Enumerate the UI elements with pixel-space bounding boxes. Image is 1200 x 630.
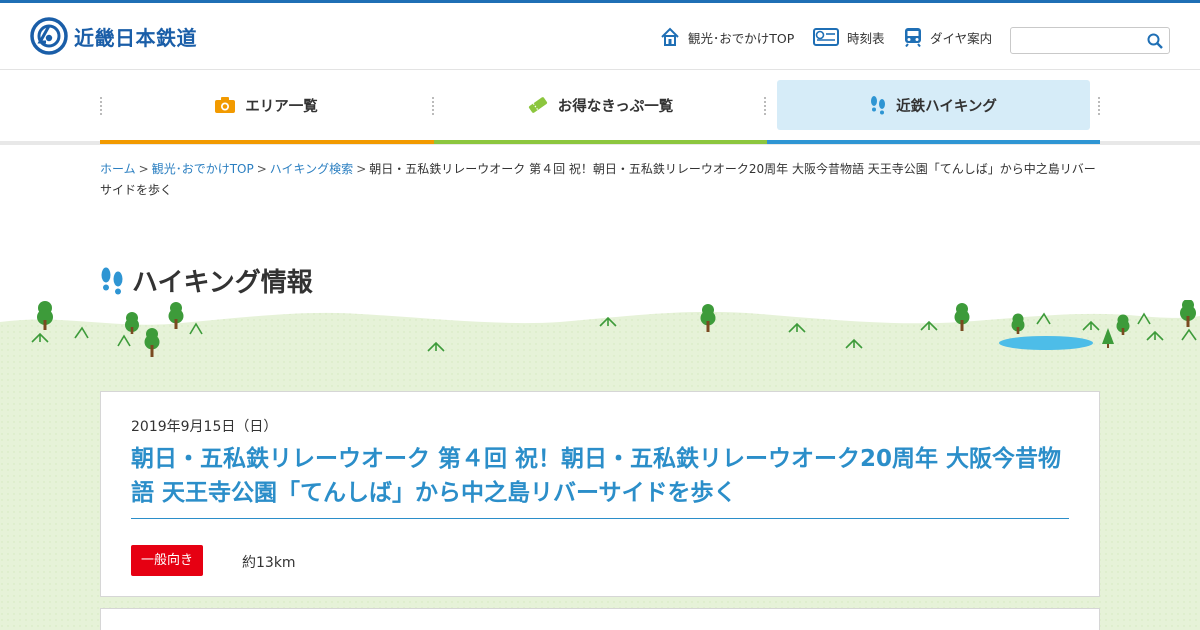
breadcrumb-hiking-search[interactable]: ハイキング検索 (270, 162, 353, 176)
tab-underline-orange (100, 140, 434, 144)
nav-train-info-label: ダイヤ案内 (930, 30, 993, 46)
footprints-icon (870, 95, 886, 115)
site-header: 近畿日本鉄道 観光･おでかけTOP 時刻表 ダイヤ案内 (0, 3, 1200, 70)
tab-discount-tickets-label: お得なきっぷ一覧 (557, 98, 674, 115)
search-input[interactable] (1011, 28, 1141, 53)
page-title: ハイキング情報 (132, 268, 313, 298)
tab-area-list-label: エリア一覧 (245, 98, 318, 115)
page-heading: ハイキング情報 (100, 262, 313, 299)
event-distance: 約13km (242, 555, 296, 571)
nav-sightseeing-top-label: 観光･おでかけTOP (688, 30, 795, 46)
main-navigation: エリア一覧 お得なきっぷ一覧 近鉄ハイキング (0, 70, 1200, 145)
breadcrumb: ホーム > 観光･おでかけTOP > ハイキング検索 > 朝日・五私鉄リレーウオーク 第４回… (100, 159, 1100, 201)
nav-sightseeing-top[interactable]: 観光･おでかけTOP (660, 27, 794, 47)
nav-timetable-label: 時刻表 (847, 30, 885, 46)
nav-train-info[interactable]: ダイヤ案内 (904, 27, 992, 47)
ticket-icon (528, 96, 548, 114)
search-icon[interactable] (1147, 33, 1163, 49)
hiking-event-card: 2019年9月15日（日） 朝日・五私鉄リレーウオーク 第４回 祝！朝日・五私鉄… (100, 391, 1100, 597)
tab-underline-green (434, 140, 767, 144)
breadcrumb-separator: > (256, 162, 267, 176)
event-date: 2019年9月15日（日） (131, 419, 278, 435)
breadcrumb-separator: > (356, 162, 367, 176)
train-icon (904, 27, 922, 47)
timetable-icon (813, 27, 839, 47)
breadcrumb-home[interactable]: ホーム (100, 162, 136, 176)
search-box (1010, 27, 1170, 54)
camera-icon (215, 97, 236, 113)
nav-timetable[interactable]: 時刻表 (813, 27, 885, 47)
next-event-card (100, 608, 1100, 630)
tab-area-list[interactable]: エリア一覧 (100, 80, 433, 130)
tab-underline-blue (767, 140, 1100, 144)
nav-divider (1098, 97, 1100, 115)
tab-discount-tickets[interactable]: お得なきっぷ一覧 (434, 80, 767, 130)
footprints-icon (101, 267, 123, 294)
site-logo[interactable]: 近畿日本鉄道 (30, 17, 197, 55)
logo-text: 近畿日本鉄道 (74, 25, 197, 50)
kintetsu-logo-icon (30, 17, 68, 55)
breadcrumb-separator: > (138, 162, 149, 176)
difficulty-badge: 一般向き (131, 545, 204, 576)
tab-kintetsu-hiking[interactable]: 近鉄ハイキング (777, 80, 1090, 130)
event-title[interactable]: 朝日・五私鉄リレーウオーク 第４回 祝！朝日・五私鉄リレーウオーク20周年 大阪… (131, 442, 1069, 519)
tab-kintetsu-hiking-label: 近鉄ハイキング (896, 98, 997, 115)
house-icon (660, 27, 680, 47)
breadcrumb-sightseeing-top[interactable]: 観光･おでかけTOP (152, 162, 254, 176)
